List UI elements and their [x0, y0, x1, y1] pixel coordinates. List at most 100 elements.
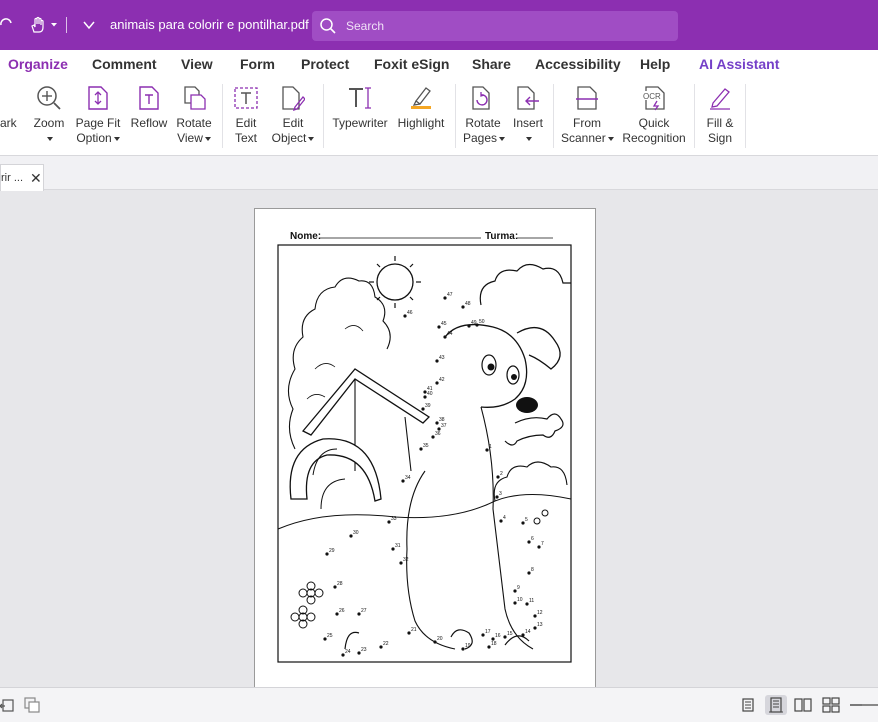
- extract-page-icon[interactable]: [0, 695, 16, 715]
- chevron-down-icon: [204, 136, 211, 141]
- dot-number-label: 48: [465, 301, 471, 307]
- continuous-facing-view-icon[interactable]: [821, 695, 841, 715]
- chevron-down-icon: [526, 136, 532, 141]
- dot-number-label: 3: [499, 491, 502, 497]
- fill-sign-label-1: Fill &: [706, 116, 734, 130]
- page-fit-label-1: Page Fit: [75, 116, 121, 130]
- quick-recognition-button[interactable]: OCR Quick Recognition: [621, 80, 687, 146]
- search-box[interactable]: Search: [312, 11, 678, 41]
- menu-view[interactable]: View: [181, 56, 213, 72]
- rotate-pages-button[interactable]: Rotate Pages: [463, 80, 506, 146]
- dot-number-label: 27: [361, 608, 367, 614]
- single-page-view-icon[interactable]: [738, 695, 758, 715]
- zoom-button[interactable]: Zoom: [32, 80, 66, 146]
- dot-number-label: 18: [491, 641, 497, 647]
- dot-number-label: 35: [423, 443, 429, 449]
- highlight-icon: [394, 80, 448, 116]
- dot-number-label: 42: [439, 377, 445, 383]
- dot-number-label: 26: [339, 608, 345, 614]
- dot-number-label: 38: [439, 417, 445, 423]
- from-scanner-button[interactable]: From Scanner: [561, 80, 614, 146]
- menu-ai-assistant[interactable]: AI Assistant: [699, 56, 779, 72]
- highlight-button[interactable]: Highlight: [394, 80, 448, 131]
- fill-sign-button[interactable]: Fill & Sign: [702, 80, 738, 146]
- ribbon-divider: [745, 84, 746, 148]
- ocr-icon: OCR: [621, 80, 687, 116]
- continuous-view-icon[interactable]: [765, 695, 787, 715]
- dot-number-label: 50: [479, 319, 485, 325]
- page-fit-option-button[interactable]: Page Fit Option: [74, 80, 122, 146]
- menu-form[interactable]: Form: [240, 56, 275, 72]
- dot-number-label: 9: [517, 585, 520, 591]
- zoom-slider[interactable]: [862, 704, 878, 706]
- dot-number-label: 11: [529, 598, 534, 604]
- dot-number-label: 6: [531, 536, 534, 542]
- dot-number-label: 32: [403, 557, 409, 563]
- dot-number-label: 10: [517, 597, 523, 603]
- zoom-icon: [32, 80, 66, 116]
- scanner-icon: [561, 80, 613, 116]
- rotate-pages-icon: [463, 80, 503, 116]
- document-title: animais para colorir e pontilhar.pdf - .…: [110, 17, 332, 32]
- menu-accessibility[interactable]: Accessibility: [535, 56, 621, 72]
- svg-text:OCR: OCR: [643, 92, 661, 101]
- fill-sign-pen-icon: [702, 80, 738, 116]
- compare-pages-icon[interactable]: [22, 695, 42, 715]
- edit-text-icon: [231, 80, 261, 116]
- fill-sign-label-2: Sign: [707, 131, 733, 145]
- zoom-label: Zoom: [33, 116, 65, 130]
- bookmark-button[interactable]: ark: [0, 116, 17, 131]
- menu-protect[interactable]: Protect: [301, 56, 349, 72]
- dot-number-label: 44: [447, 331, 453, 337]
- highlight-label: Highlight: [397, 116, 445, 130]
- reflow-button[interactable]: Reflow: [130, 80, 168, 131]
- redo-icon[interactable]: [0, 14, 18, 36]
- menu-foxit-esign[interactable]: Foxit eSign: [374, 56, 449, 72]
- insert-page-icon: [510, 80, 546, 116]
- menu-comment[interactable]: Comment: [92, 56, 157, 72]
- typewriter-icon: [331, 80, 389, 116]
- chevron-down-icon[interactable]: [43, 14, 65, 36]
- dot-number-label: 12: [537, 610, 543, 616]
- edit-text-button[interactable]: Edit Text: [231, 80, 261, 146]
- titlebar-divider: [66, 17, 67, 33]
- search-input[interactable]: Search: [346, 19, 384, 33]
- ribbon-toolbar: ark Zoom Page Fit Option Reflow Rotate V…: [0, 78, 878, 156]
- dot-number-label: 31: [395, 543, 401, 549]
- dot-number-label: 22: [383, 641, 389, 647]
- menu-organize[interactable]: Organize: [8, 56, 68, 72]
- dot-number-label: 8: [531, 567, 534, 573]
- dot-number-label: 20: [437, 636, 443, 642]
- menu-share[interactable]: Share: [472, 56, 511, 72]
- quick-recognition-label-1: Quick: [638, 116, 670, 130]
- rotate-view-label-2: View: [177, 131, 203, 145]
- status-bar: [0, 687, 878, 722]
- edit-text-label-2: Text: [234, 131, 257, 145]
- dot-number-label: 17: [485, 629, 491, 635]
- rotate-view-button[interactable]: Rotate View: [175, 80, 213, 146]
- document-tab[interactable]: rir ... ✕: [0, 164, 44, 191]
- dot-number-label: 46: [407, 310, 413, 316]
- rotate-pages-label-2: Pages: [463, 131, 498, 145]
- worksheet-drawing: Nome: Turma: 1234 5678910 11121314151617…: [277, 231, 572, 663]
- menu-help[interactable]: Help: [640, 56, 670, 72]
- close-icon[interactable]: ✕: [30, 170, 42, 187]
- from-scanner-label-2: Scanner: [561, 131, 606, 145]
- facing-view-icon[interactable]: [793, 695, 813, 715]
- dot-number-label: 4: [503, 515, 506, 521]
- dot-number-label: 41: [427, 386, 433, 392]
- insert-button[interactable]: Insert: [510, 80, 546, 146]
- ribbon-divider: [222, 84, 223, 148]
- dot-number-label: 39: [425, 403, 431, 409]
- dot-number-label: 33: [391, 516, 397, 522]
- search-icon: [318, 16, 338, 36]
- typewriter-button[interactable]: Typewriter: [331, 80, 389, 131]
- edit-object-button[interactable]: Edit Object: [270, 80, 316, 146]
- menu-bar: Organize Comment View Form Protect Foxit…: [0, 50, 878, 78]
- nome-label: Nome:: [290, 231, 321, 242]
- document-view[interactable]: Nome: Turma: 1 2 3 4 5 6 7 8 9 10 11 12 …: [0, 191, 878, 687]
- dot-number-label: 28: [337, 581, 343, 587]
- dot-number-label: 45: [441, 321, 447, 327]
- rotate-view-icon: [175, 80, 213, 116]
- quick-access-dropdown-icon[interactable]: [78, 14, 100, 36]
